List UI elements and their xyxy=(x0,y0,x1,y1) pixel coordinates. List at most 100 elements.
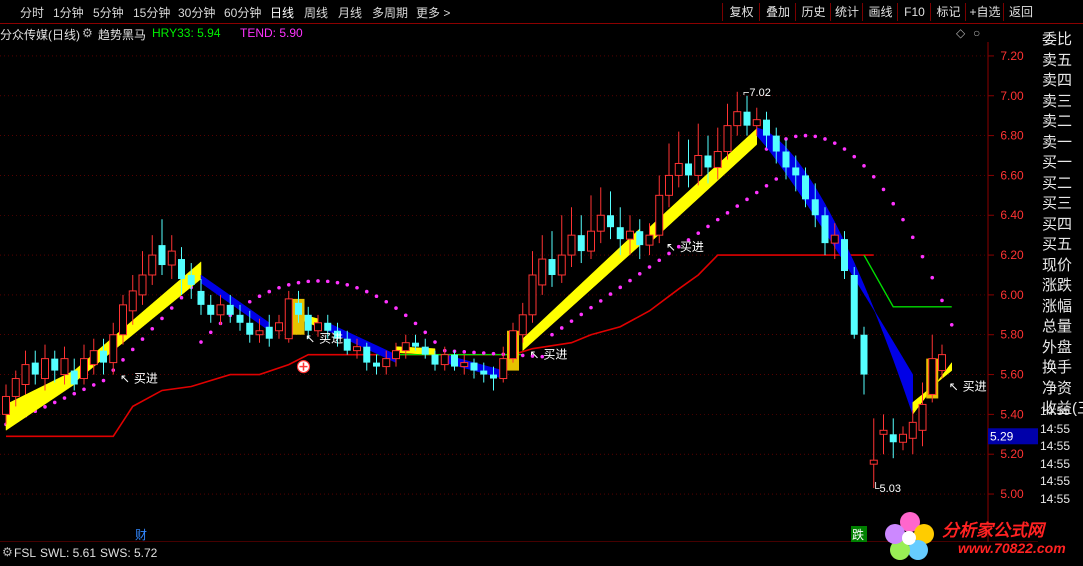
diamond-icon[interactable]: ◇ xyxy=(956,26,965,40)
quote-field-label: 卖三 xyxy=(1042,92,1073,110)
watermark-url: www.70822.com xyxy=(958,540,1066,556)
period-toolbar: 分时 1分钟 5分钟 15分钟 30分钟 60分钟 日线 周线 月线 多周期 更… xyxy=(0,0,1083,24)
candle-body-up xyxy=(665,174,673,196)
candle-body-down xyxy=(616,227,624,240)
fuquan-button[interactable]: 复权 xyxy=(722,3,760,21)
candle-body-down xyxy=(548,259,556,275)
candle-body-up xyxy=(899,433,907,443)
blue-band xyxy=(756,127,913,415)
stats-button[interactable]: 统计 xyxy=(830,3,863,21)
sar-dot xyxy=(754,190,759,195)
tab-weekly[interactable]: 周线 xyxy=(304,4,328,21)
sar-dot xyxy=(852,154,857,159)
quote-side-panel: 委比卖五卖四卖三卖二卖一买一买二买三买四买五现价涨跌涨幅总量外盘换手净资收益(三… xyxy=(1038,28,1083,518)
sar-dot xyxy=(277,285,281,290)
quote-field-label: 换手 xyxy=(1042,359,1073,376)
candle-body-up xyxy=(216,304,225,316)
candle-body-down xyxy=(763,119,770,136)
candle-body-up xyxy=(645,234,654,246)
candle-body-up xyxy=(587,230,595,252)
candle-body-down xyxy=(158,245,166,266)
sar-dot xyxy=(842,147,847,151)
tab-15min[interactable]: 15分钟 xyxy=(133,4,170,21)
candle-body-up xyxy=(499,358,508,380)
candle-body-up xyxy=(908,421,917,439)
candle-body-down xyxy=(860,334,868,375)
sar-dot xyxy=(296,280,301,285)
high-price-annotation: ⌐7.02 xyxy=(743,87,771,99)
candle-body-up xyxy=(167,250,176,266)
draw-line-button[interactable]: 画线 xyxy=(862,3,898,21)
candle-body-up xyxy=(694,155,703,176)
candle-body-down xyxy=(743,111,751,126)
sar-dot xyxy=(871,174,876,179)
tab-daily[interactable]: 日线 xyxy=(270,4,294,21)
f10-button[interactable]: F10 xyxy=(897,3,931,21)
tend-value: TEND: 5.90 xyxy=(240,26,303,40)
candle-body-up xyxy=(401,342,410,352)
quote-field-label: 总量 xyxy=(1042,318,1073,335)
tab-30min[interactable]: 30分钟 xyxy=(178,4,215,21)
sar-dot xyxy=(901,217,905,222)
tab-multi-period[interactable]: 多周期 xyxy=(372,4,408,21)
candle-body-down xyxy=(802,175,809,200)
sar-dot xyxy=(637,271,642,276)
tick-time: 14:55 xyxy=(1040,456,1071,471)
candle-body-down xyxy=(792,167,800,176)
mark-button[interactable]: 标记 xyxy=(930,3,966,21)
quote-field-label: 卖五 xyxy=(1042,51,1073,69)
tab-5min[interactable]: 5分钟 xyxy=(93,4,124,21)
sar-dot xyxy=(589,305,593,310)
circle-icon[interactable]: ○ xyxy=(973,26,980,40)
tab-more[interactable]: 更多 > xyxy=(416,4,450,21)
candle-body-down xyxy=(841,239,848,272)
quote-field-label: 买三 xyxy=(1042,195,1073,212)
overlay-button[interactable]: 叠加 xyxy=(759,3,796,21)
tab-fenshi[interactable]: 分时 xyxy=(20,4,44,21)
indicator-name[interactable]: 趋势黑马 xyxy=(98,26,146,43)
sar-dot xyxy=(325,279,330,284)
sar-dot xyxy=(286,282,291,287)
sar-dot xyxy=(657,258,662,263)
sar-dot xyxy=(550,332,554,337)
sar-dot xyxy=(813,134,818,139)
candle-body-down xyxy=(265,326,273,339)
candle-body-up xyxy=(284,298,293,340)
fall-marker: 跌 xyxy=(852,527,864,542)
sar-dot xyxy=(862,164,866,168)
history-button[interactable]: 历史 xyxy=(795,3,831,21)
sar-dot xyxy=(618,285,623,290)
swl-value: SWL: 5.61 xyxy=(40,546,97,560)
buy-signal-label: ↖ 买进 xyxy=(305,332,343,346)
candle-body-down xyxy=(470,362,478,371)
sar-dot xyxy=(43,405,47,409)
settings-icon[interactable]: ⚙ xyxy=(2,545,13,559)
price-tick-label: 5.40 xyxy=(1000,407,1024,421)
sar-dot xyxy=(891,201,896,206)
sar-dot xyxy=(940,298,944,303)
sar-dot xyxy=(628,278,632,283)
candle-body-up xyxy=(138,274,147,296)
fsl-label[interactable]: FSL xyxy=(14,546,36,560)
stock-name: 分众传媒(日线) xyxy=(0,28,80,42)
tab-60min[interactable]: 60分钟 xyxy=(224,4,261,21)
candle-body-up xyxy=(528,274,537,316)
candle-body-up xyxy=(41,358,49,380)
sws-value: SWS: 5.72 xyxy=(100,546,158,560)
tab-1min[interactable]: 1分钟 xyxy=(53,4,84,21)
sar-dot xyxy=(384,299,389,304)
sar-dot xyxy=(793,134,798,139)
quote-field-label: 外盘 xyxy=(1042,338,1073,356)
back-button[interactable]: 返回 xyxy=(1003,3,1038,21)
settings-icon[interactable]: ⚙ xyxy=(82,26,93,40)
candle-body-down xyxy=(373,362,380,367)
quote-field-label: 卖二 xyxy=(1042,113,1073,130)
candle-body-down xyxy=(782,151,790,168)
candle-body-down xyxy=(421,346,429,355)
tab-monthly[interactable]: 月线 xyxy=(338,4,362,21)
flower-logo xyxy=(885,512,934,560)
kline-chart[interactable]: 7.20 7.00 6.80 6.60 6.40 6.20 6.00 5.80 5.60 5.40… xyxy=(0,42,1038,542)
add-favorite-button[interactable]: +自选 xyxy=(965,3,1004,21)
trailing-stop-line xyxy=(6,254,874,438)
candle-body-up xyxy=(538,258,547,286)
